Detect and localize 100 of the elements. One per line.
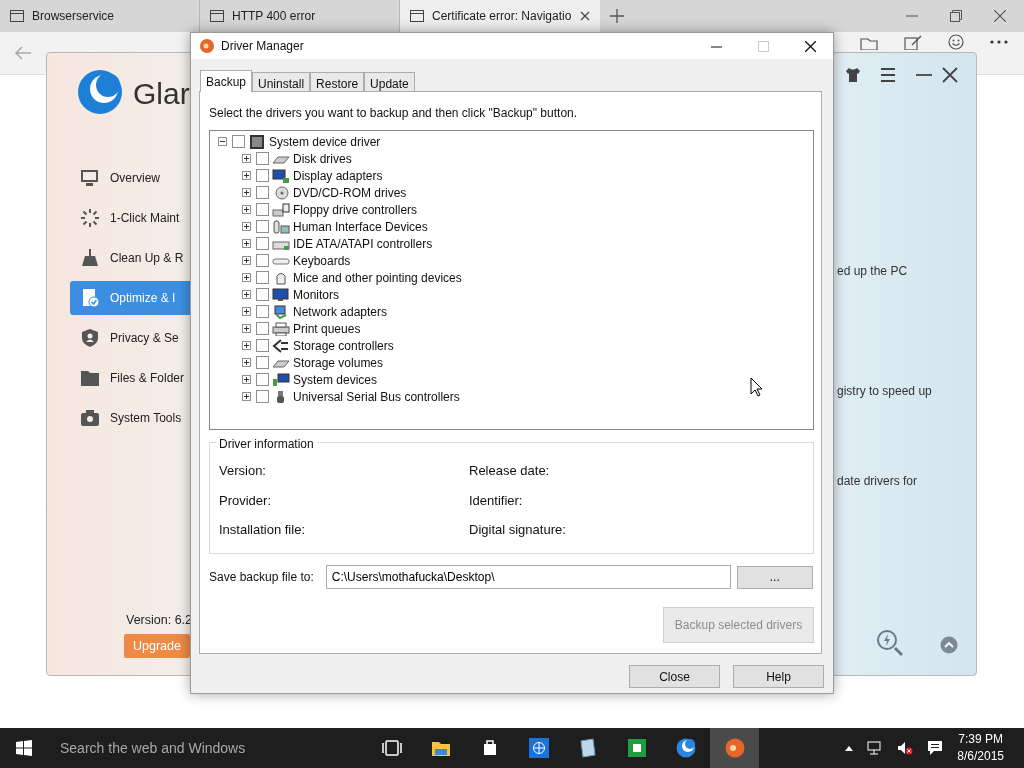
menu-icon[interactable]	[880, 67, 896, 83]
expand-icon[interactable]	[242, 188, 251, 197]
expand-icon[interactable]	[242, 222, 251, 231]
tree-item[interactable]: IDE ATA/ATAPI controllers	[293, 234, 433, 253]
sparkle-icon	[80, 208, 100, 228]
expand-icon[interactable]	[242, 341, 251, 350]
chip-icon	[248, 133, 266, 150]
clock-date[interactable]: 8/6/2015	[957, 748, 1004, 765]
instruction-text: Select the drivers you want to backup and then click "Backup" button.	[209, 105, 579, 122]
expand-icon[interactable]	[242, 324, 251, 333]
checkbox[interactable]	[232, 135, 245, 148]
checkbox[interactable]	[256, 220, 269, 233]
tree-item[interactable]: Disk drives	[293, 149, 352, 168]
tab[interactable]: Uninstall	[252, 72, 311, 91]
tree-item[interactable]: System devices	[293, 370, 378, 389]
checkbox[interactable]	[256, 390, 269, 403]
tab[interactable]: Restore	[310, 72, 365, 91]
tree-item[interactable]: Storage volumes	[293, 353, 384, 372]
restore-icon[interactable]	[950, 10, 962, 22]
checkbox[interactable]	[256, 152, 269, 165]
checkbox[interactable]	[256, 288, 269, 301]
tree-item[interactable]: Floppy drive controllers	[293, 200, 418, 219]
checkbox[interactable]	[256, 271, 269, 284]
checkbox[interactable]	[256, 373, 269, 386]
more-icon[interactable]	[990, 40, 1008, 44]
collapse-icon[interactable]	[218, 137, 227, 146]
close-button[interactable]: Close	[629, 665, 720, 688]
sidebar-item[interactable]: System Tools	[70, 401, 191, 435]
toolbox-icon	[80, 408, 100, 428]
checkbox[interactable]	[256, 356, 269, 369]
device-icon	[272, 287, 290, 302]
tree-item[interactable]: Monitors	[293, 285, 339, 304]
sidebar-item[interactable]: Overview	[70, 161, 191, 195]
expand-icon[interactable]	[242, 392, 251, 401]
field-label: Provider:	[219, 491, 273, 510]
task-view-icon[interactable]	[381, 738, 402, 758]
close-icon[interactable]	[580, 11, 590, 21]
checkbox[interactable]	[256, 322, 269, 335]
tree-item[interactable]: Human Interface Devices	[293, 217, 428, 236]
chevron-up-icon[interactable]	[845, 745, 854, 751]
tree-item[interactable]: Keyboards	[293, 251, 351, 270]
zoom-bolt-icon[interactable]	[876, 629, 904, 657]
expand-icon[interactable]	[242, 307, 251, 316]
smiley-icon[interactable]	[948, 34, 964, 50]
checkbox[interactable]	[256, 237, 269, 250]
expand-icon[interactable]	[242, 171, 251, 180]
close-icon[interactable]	[942, 67, 958, 83]
sidebar-item[interactable]: 1-Click Maint	[70, 201, 191, 235]
tree-item[interactable]: Print queues	[293, 319, 361, 338]
checkbox[interactable]	[256, 305, 269, 318]
shirt-icon[interactable]	[845, 67, 861, 83]
checkbox[interactable]	[256, 339, 269, 352]
field-label: Release date:	[469, 462, 551, 480]
search-field[interactable]: Search the web and Windows	[58, 736, 358, 760]
notification-icon[interactable]	[927, 740, 944, 756]
description-text: ed up the PC	[837, 263, 908, 280]
sidebar-item[interactable]: Clean Up & R	[70, 241, 191, 275]
tree-item[interactable]: Universal Serial Bus controllers	[293, 387, 460, 406]
description-text: gistry to speed up	[837, 383, 932, 400]
new-tab-icon[interactable]	[610, 9, 624, 23]
checkbox[interactable]	[256, 254, 269, 267]
close-icon[interactable]	[805, 40, 816, 52]
expand-icon[interactable]	[242, 375, 251, 384]
checkbox[interactable]	[256, 186, 269, 199]
muted-speaker-icon[interactable]	[897, 741, 914, 755]
windows-icon[interactable]	[16, 740, 32, 756]
expand-icon[interactable]	[242, 256, 251, 265]
network-icon[interactable]	[867, 741, 884, 755]
browser-tab[interactable]: Certificate error: Navigatio	[400, 0, 600, 32]
tree-item[interactable]: Display adapters	[293, 166, 383, 185]
maximize-icon	[758, 40, 769, 52]
expand-icon[interactable]	[242, 358, 251, 367]
clock-time[interactable]: 7:39 PM	[958, 731, 1003, 748]
logo-icon	[77, 69, 123, 115]
checkbox[interactable]	[256, 203, 269, 216]
tree-item[interactable]: DVD/CD-ROM drives	[293, 183, 407, 202]
help-button[interactable]: Help	[733, 665, 824, 688]
device-icon	[272, 372, 290, 387]
tree-item[interactable]: Storage controllers	[293, 336, 394, 355]
checkbox[interactable]	[256, 169, 269, 182]
browse-button[interactable]: ...	[736, 565, 813, 589]
expand-icon[interactable]	[242, 290, 251, 299]
expand-icon[interactable]	[242, 154, 251, 163]
field-label: Version:	[219, 462, 267, 480]
globe-icon[interactable]	[528, 738, 549, 758]
expand-icon[interactable]	[242, 205, 251, 214]
sidebar-item[interactable]: Privacy & Se	[70, 321, 191, 355]
tab[interactable]: Update	[364, 72, 415, 91]
description-text: date drivers for	[837, 473, 918, 490]
note-icon[interactable]	[904, 34, 922, 50]
monitor-icon	[80, 168, 100, 188]
expand-icon[interactable]	[242, 239, 251, 248]
tab[interactable]: Backup	[200, 70, 253, 92]
path-field[interactable]: C:\Users\mothafucka\Desktop\	[325, 565, 731, 589]
tree-item[interactable]: Mice and other pointing devices	[293, 268, 462, 287]
field-label: Digital signature:	[469, 521, 567, 539]
tree-item[interactable]: Network adapters	[293, 302, 388, 321]
expand-icon[interactable]	[242, 273, 251, 282]
tree-item[interactable]: System device driver	[269, 132, 381, 151]
sidebar-item[interactable]: Files & Folder	[70, 361, 191, 395]
